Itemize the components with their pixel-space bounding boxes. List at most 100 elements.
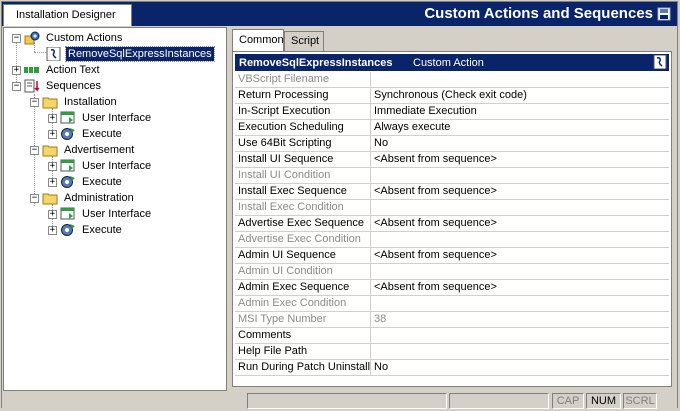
property-value[interactable] xyxy=(371,72,374,87)
tree-item-advertisement[interactable]: − Advertisement xyxy=(30,142,136,158)
tree-item-installation[interactable]: − Installation xyxy=(30,94,119,110)
property-row[interactable]: Admin UI Condition xyxy=(235,264,669,280)
property-row[interactable]: Execution Scheduling Always execute xyxy=(235,120,669,136)
execute-icon xyxy=(61,176,75,188)
tree-item-administration-execute[interactable]: + Execute xyxy=(48,222,124,238)
property-value[interactable]: <Absent from sequence> xyxy=(371,280,497,295)
tree-item-administration-user-interface[interactable]: + User Interface xyxy=(48,206,153,222)
property-row[interactable]: Return Processing Synchronous (Check exit… xyxy=(235,88,669,104)
property-value[interactable]: <Absent from sequence> xyxy=(371,248,497,263)
property-value[interactable]: <Absent from sequence> xyxy=(371,184,497,199)
tree-item-advertisement-execute[interactable]: + Execute xyxy=(48,174,124,190)
scroll-lock-indicator: SCRL xyxy=(623,393,657,409)
properties-panel: Common Script RemoveSqlExpressInstances … xyxy=(230,27,677,391)
property-value[interactable] xyxy=(371,328,374,343)
tree-item-label: Execute xyxy=(82,224,122,236)
property-name: Use 64Bit Scripting xyxy=(235,136,371,151)
property-value[interactable] xyxy=(371,232,374,247)
property-name: Install UI Sequence xyxy=(235,152,371,167)
property-name: VBScript Filename xyxy=(235,72,371,87)
property-row[interactable]: MSI Type Number 38 xyxy=(235,312,669,328)
tree-item-custom-actions[interactable]: − Custom Actions xyxy=(12,30,124,46)
property-value[interactable] xyxy=(371,344,374,359)
property-row[interactable]: Help File Path xyxy=(235,344,669,360)
collapse-icon[interactable]: − xyxy=(30,97,39,107)
property-row[interactable]: Advertise Exec Condition xyxy=(235,232,669,248)
property-value[interactable]: 38 xyxy=(371,312,386,327)
property-row[interactable]: Admin Exec Sequence <Absent from sequence… xyxy=(235,280,669,296)
collapse-icon[interactable]: − xyxy=(12,81,21,91)
property-name: Install Exec Sequence xyxy=(235,184,371,199)
tree-item-label: Installation xyxy=(64,96,117,108)
property-row[interactable]: Use 64Bit Scripting No xyxy=(235,136,669,152)
property-name: Advertise Exec Sequence xyxy=(235,216,371,231)
execute-icon xyxy=(61,128,75,140)
property-grid-rows: VBScript Filename Return Processing Synchr… xyxy=(235,72,669,376)
installation-designer-tab[interactable]: Installation Designer xyxy=(3,4,132,26)
tree-view[interactable]: − Custom Actions RemoveSqlExpressInstanc… xyxy=(3,27,227,391)
expand-icon[interactable]: + xyxy=(48,161,57,171)
property-row[interactable]: In-Script Execution Immediate Execution xyxy=(235,104,669,120)
property-row[interactable]: VBScript Filename xyxy=(235,72,669,88)
property-name: Return Processing xyxy=(235,88,371,103)
folder-icon xyxy=(42,145,58,157)
tree-item-remove-sql-express-instances[interactable]: RemoveSqlExpressInstances xyxy=(46,46,215,62)
tree-item-installation-user-interface[interactable]: + User Interface xyxy=(48,110,153,126)
tree-item-sequences[interactable]: − Sequences xyxy=(12,78,103,94)
expand-icon[interactable]: + xyxy=(48,177,57,187)
user-interface-icon xyxy=(60,207,75,220)
property-row[interactable]: Install UI Sequence <Absent from sequence… xyxy=(235,152,669,168)
tab-common[interactable]: Common xyxy=(232,29,284,51)
property-row[interactable]: Run During Patch Uninstall No xyxy=(235,360,669,376)
property-value[interactable]: Synchronous (Check exit code) xyxy=(371,88,527,103)
tree-item-label: Execute xyxy=(82,176,122,188)
expand-icon[interactable]: + xyxy=(12,65,21,75)
tree-item-administration[interactable]: − Administration xyxy=(30,190,136,206)
collapse-icon[interactable]: − xyxy=(12,33,21,43)
property-row[interactable]: Admin UI Sequence <Absent from sequence> xyxy=(235,248,669,264)
property-value[interactable]: Immediate Execution xyxy=(371,104,477,119)
property-grid: RemoveSqlExpressInstances Custom Action … xyxy=(232,51,672,387)
property-row[interactable]: Admin Exec Condition xyxy=(235,296,669,312)
property-name: Comments xyxy=(235,328,371,343)
property-name: Execution Scheduling xyxy=(235,120,371,135)
tree-item-label: User Interface xyxy=(82,112,152,124)
expand-icon[interactable]: + xyxy=(48,209,57,219)
property-value[interactable]: Always execute xyxy=(371,120,450,135)
property-row[interactable]: Install Exec Sequence <Absent from sequen… xyxy=(235,184,669,200)
collapse-icon[interactable]: − xyxy=(30,145,39,155)
app-frame: Installation Designer Custom Actions and… xyxy=(1,1,678,409)
tree-item-label: Advertisement xyxy=(64,144,135,156)
property-name: MSI Type Number xyxy=(235,312,371,327)
expand-icon[interactable]: + xyxy=(48,129,57,139)
property-value[interactable] xyxy=(371,200,374,215)
property-value[interactable]: <Absent from sequence> xyxy=(371,216,497,231)
tree-item-label: User Interface xyxy=(82,208,152,220)
custom-actions-icon xyxy=(24,31,40,45)
property-value[interactable]: No xyxy=(371,136,388,151)
tree-item-installation-execute[interactable]: + Execute xyxy=(48,126,124,142)
status-bar: CAP NUM SCRL xyxy=(2,391,677,409)
property-value[interactable]: No xyxy=(371,360,388,375)
property-name: Admin UI Sequence xyxy=(235,248,371,263)
property-row[interactable]: Install Exec Condition xyxy=(235,200,669,216)
tree-item-action-text[interactable]: + Action Text xyxy=(12,62,102,78)
tree-item-label: RemoveSqlExpressInstances xyxy=(65,46,215,62)
save-icon[interactable] xyxy=(657,7,671,21)
property-value[interactable] xyxy=(371,168,374,183)
property-grid-header: RemoveSqlExpressInstances Custom Action xyxy=(235,54,669,71)
property-value[interactable] xyxy=(371,296,374,311)
folder-icon xyxy=(42,193,58,205)
property-name: Help File Path xyxy=(235,344,371,359)
expand-icon[interactable]: + xyxy=(48,225,57,235)
property-value[interactable] xyxy=(371,264,374,279)
property-row[interactable]: Install UI Condition xyxy=(235,168,669,184)
collapse-icon[interactable]: − xyxy=(30,193,39,203)
property-row[interactable]: Advertise Exec Sequence <Absent from sequ… xyxy=(235,216,669,232)
expand-icon[interactable]: + xyxy=(48,113,57,123)
caps-lock-indicator: CAP xyxy=(552,393,584,409)
tab-script[interactable]: Script xyxy=(284,31,324,51)
tree-item-advertisement-user-interface[interactable]: + User Interface xyxy=(48,158,153,174)
property-row[interactable]: Comments xyxy=(235,328,669,344)
property-value[interactable]: <Absent from sequence> xyxy=(371,152,497,167)
